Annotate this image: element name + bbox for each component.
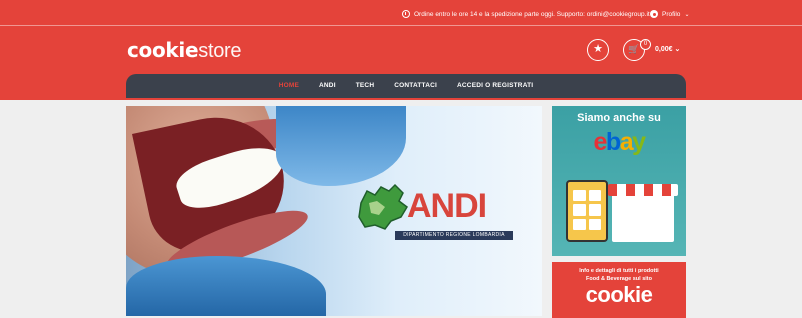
- phone-illustration: [566, 180, 608, 242]
- top-bar: Ordine entro le ore 14 e la spedizione p…: [0, 0, 802, 26]
- ebay-logo-letter: a: [619, 128, 634, 156]
- hero-photo-glove-lower: [126, 256, 326, 316]
- chevron-down-icon: ⌄: [684, 11, 690, 18]
- logo-light: store: [198, 40, 242, 62]
- nav-item-home[interactable]: HOME: [269, 74, 309, 98]
- main-nav: HOME ANDI TECH CONTATTACI ACCEDI O REGIS…: [126, 74, 686, 98]
- nav-item-tech[interactable]: TECH: [346, 74, 385, 98]
- gear-icon: [650, 10, 658, 18]
- logo-bold: cookie: [127, 38, 199, 62]
- star-icon: ★: [593, 43, 603, 55]
- shop-illustration: [612, 190, 674, 242]
- ebay-logo-letter: e: [593, 128, 608, 156]
- cookie-banner-line1: Info e dettagli di tutti i prodotti: [579, 268, 659, 274]
- nav-item-andi[interactable]: ANDI: [309, 74, 346, 98]
- andi-logo-text: ANDI: [407, 187, 487, 225]
- site-header: Ordine entro le ore 14 e la spedizione p…: [0, 0, 802, 100]
- cart-total[interactable]: 0,00€ ⌄: [655, 45, 680, 53]
- andi-subtitle: DIPARTIMENTO REGIONE LOMBARDIA: [395, 231, 513, 240]
- chevron-down-icon: ⌄: [674, 46, 681, 53]
- shop-awning: [608, 184, 678, 196]
- profile-menu[interactable]: Profilo ⌄: [650, 10, 689, 18]
- nav-item-login[interactable]: ACCEDI O REGISTRATI: [447, 74, 543, 98]
- nav-item-contattaci[interactable]: CONTATTACI: [384, 74, 447, 98]
- cart-icon: 🛒: [628, 44, 640, 54]
- ebay-logo-letter: b: [605, 128, 621, 156]
- site-logo[interactable]: cookiestore: [127, 38, 242, 63]
- shipping-notice-text: Ordine entro le ore 14 e la spedizione p…: [414, 10, 650, 18]
- ebay-logo-letter: y: [632, 128, 646, 156]
- ebay-banner[interactable]: Siamo anche su ebay: [552, 106, 686, 256]
- wishlist-button[interactable]: ★: [587, 39, 609, 61]
- ebay-banner-title: Siamo anche su: [577, 112, 661, 124]
- cookie-banner[interactable]: Info e dettagli di tutti i prodotti Food…: [552, 262, 686, 318]
- cookie-banner-text: Info e dettagli di tutti i prodotti Food…: [552, 262, 686, 283]
- profile-label: Profilo: [662, 10, 681, 18]
- ebay-logo: ebay: [552, 128, 686, 157]
- cookie-logo: cookie: [585, 282, 653, 307]
- cart-count-badge: 0: [640, 39, 651, 50]
- hero-photo-glove: [276, 106, 406, 186]
- shipping-notice: Ordine entro le ore 14 e la spedizione p…: [402, 10, 650, 18]
- andi-logo: ANDI DIPARTIMENTO REGIONE LOMBARDIA: [355, 183, 515, 243]
- clock-icon: [402, 10, 410, 18]
- cart-total-value: 0,00€: [655, 46, 673, 53]
